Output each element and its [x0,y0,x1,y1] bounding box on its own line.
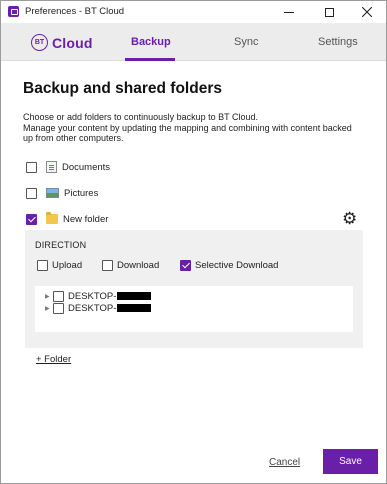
selective-download-label: Selective Download [195,260,279,271]
bt-logo-badge: BT [31,34,48,51]
device-row: ▶ DESKTOP- [45,302,152,314]
folder-row-documents: Documents [26,160,110,174]
download-label: Download [117,260,160,271]
upload-checkbox[interactable] [37,260,48,271]
description-line: up from other computers. [23,133,124,143]
preferences-window: Preferences - BT Cloud BT Cloud Backup S… [0,0,387,484]
bt-cloud-logo: BT Cloud [31,34,93,51]
description-line: Choose or add folders to continuously ba… [23,112,258,122]
folder-row-new-folder: New folder [26,212,108,226]
app-icon [8,6,19,17]
add-folder-link[interactable]: + Folder [36,354,71,365]
device-label: DESKTOP- [68,302,117,314]
download-option[interactable]: Download [102,260,159,271]
selective-download-option[interactable]: Selective Download [180,260,278,271]
tab-sync[interactable]: Sync [234,36,258,48]
window-title: Preferences - BT Cloud [25,6,125,17]
folder-icon [46,212,58,224]
folder-label: Pictures [64,187,99,199]
cancel-button[interactable]: Cancel [269,457,300,468]
document-icon [46,161,57,173]
documents-checkbox[interactable] [26,161,37,173]
logo-text: Cloud [52,34,93,51]
direction-label: DIRECTION [35,240,87,250]
redaction-bar [117,304,152,312]
gear-icon[interactable]: ⚙ [342,210,357,227]
maximize-icon [324,7,334,17]
close-icon [362,7,372,17]
close-button[interactable] [348,1,386,23]
page-title: Backup and shared folders [23,80,222,97]
tab-backup[interactable]: Backup [131,36,171,48]
new-folder-checkbox[interactable] [26,213,37,225]
page-description: Choose or add folders to continuously ba… [23,112,373,144]
upload-option[interactable]: Upload [37,260,82,271]
active-tab-indicator [125,58,175,61]
minimize-button[interactable] [270,1,308,23]
app-header: BT Cloud Backup Sync Settings [1,23,386,61]
minimize-icon [284,11,294,13]
folder-row-pictures: Pictures [26,186,98,200]
title-bar: Preferences - BT Cloud [1,1,386,23]
pictures-checkbox[interactable] [26,187,37,199]
upload-label: Upload [52,260,83,271]
device-row: ▶ DESKTOP- [45,290,152,302]
expand-caret-icon[interactable]: ▶ [45,305,53,312]
direction-panel: DIRECTION Upload Download Selective Down… [25,230,363,348]
device-label: DESKTOP- [68,290,117,302]
download-checkbox[interactable] [102,260,113,271]
device-checkbox[interactable] [53,302,64,314]
folder-label: New folder [63,213,109,225]
folder-label: Documents [62,161,111,173]
description-line: Manage your content by updating the mapp… [23,122,352,133]
device-tree: ▶ DESKTOP- ▶ DESKTOP- [35,286,353,332]
save-button[interactable]: Save [323,449,378,474]
maximize-button[interactable] [310,1,348,23]
picture-icon [46,188,59,198]
device-checkbox[interactable] [53,290,64,302]
tab-settings[interactable]: Settings [318,36,358,48]
redaction-bar [117,292,152,300]
selective-download-checkbox[interactable] [180,260,191,271]
expand-caret-icon[interactable]: ▶ [45,293,53,300]
